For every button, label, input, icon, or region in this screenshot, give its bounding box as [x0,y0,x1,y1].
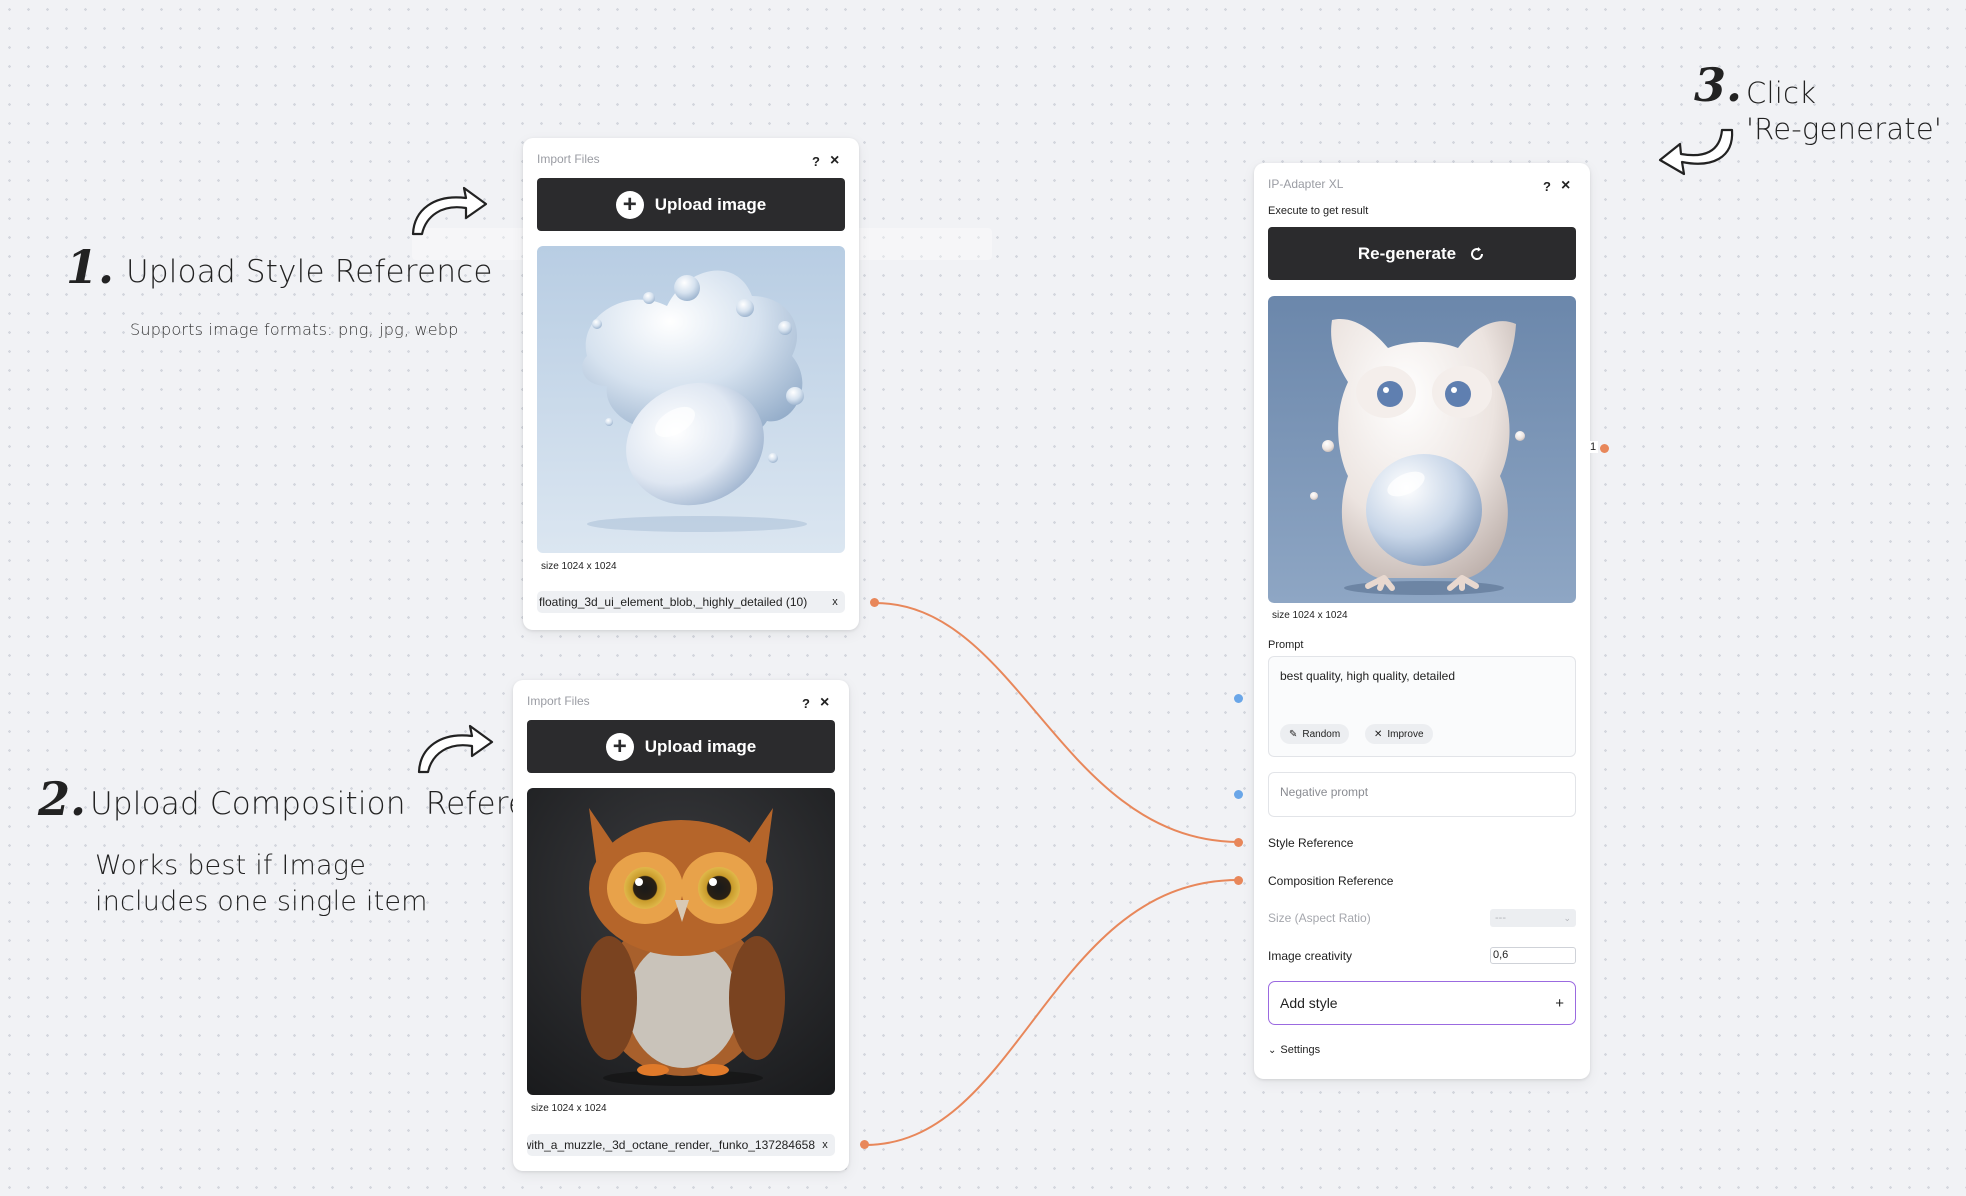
step-1-title: Upload Style Reference [126,254,493,290]
add-style-button[interactable]: Add style + [1268,981,1576,1025]
close-icon[interactable]: × [830,153,839,169]
size-aspect-value: --- [1495,912,1506,924]
add-style-label: Add style [1280,995,1338,1011]
upload-image-label: Upload image [644,736,757,756]
plus-icon: + [1555,994,1564,1012]
negative-prompt-input[interactable]: Negative prompt [1268,772,1576,817]
file-name: floating_3d_ui_element_blob,_highly_deta… [539,595,808,609]
step-3-title-line2: 'Re-generate' [1746,112,1943,146]
random-label: Random [1302,728,1341,740]
style-output-port[interactable] [870,598,879,607]
execute-hint: Execute to get result [1268,205,1369,217]
card-title: Import Files [527,694,590,708]
file-name: owl_with_a_muzzle,_3d_octane_render,_fun… [527,1138,815,1152]
improve-label: Improve [1387,728,1424,740]
image-creativity-input[interactable]: 0,6 [1490,947,1576,964]
composition-reference-image [527,788,835,1095]
settings-toggle[interactable]: ⌄ Settings [1268,1044,1320,1056]
plus-circle-icon: + [605,732,634,761]
image-size-label: size 1024 x 1024 [1272,610,1348,621]
remove-file-button[interactable]: x [825,596,845,608]
image-size-label: size 1024 x 1024 [541,561,617,572]
help-icon[interactable]: ? [1543,179,1551,194]
composition-reference-input-port[interactable] [1234,876,1243,885]
composition-output-port[interactable] [860,1140,869,1149]
plus-circle-icon: + [615,190,644,219]
style-reference-image [537,246,845,553]
upload-image-button[interactable]: + Upload image [537,178,845,231]
step-3-number: 3. [1694,58,1743,112]
size-aspect-select[interactable]: --- ⌄ [1490,909,1576,927]
upload-image-button[interactable]: + Upload image [527,720,835,773]
random-button[interactable]: ✎ Random [1280,724,1350,744]
style-reference-label: Style Reference [1268,836,1354,850]
ip-adapter-card: IP-Adapter XL ? × Execute to get result … [1254,163,1590,1079]
step-3-title-line1: Click [1746,76,1817,110]
help-icon[interactable]: ? [812,154,820,169]
upload-image-label: Upload image [654,194,767,214]
arrow-left-icon [1658,128,1734,176]
magic-wand-icon: ✕ [1374,728,1383,740]
connector-style [874,602,1239,843]
chevron-down-icon: ⌄ [1563,912,1571,923]
output-count-badge: 1 [1588,441,1599,453]
connector-composition [864,879,1239,1146]
close-icon[interactable]: × [820,695,829,711]
import-files-composition-card: Import Files ? × + Upload image size 102… [513,680,849,1171]
file-name-pill: floating_3d_ui_element_blob,_highly_deta… [537,591,845,613]
regenerate-label: Re-generate [1357,243,1457,263]
dice-icon: ✎ [1289,728,1298,740]
arrow-right-icon [411,186,488,236]
image-creativity-label: Image creativity [1268,949,1353,963]
size-aspect-label: Size (Aspect Ratio) [1268,911,1371,925]
negative-prompt-input-port[interactable] [1234,790,1243,799]
refresh-icon [1471,246,1484,260]
step-2-title: Upload Composition Reference [90,786,584,822]
card-title: Import Files [537,152,600,166]
step-1-subtitle: Supports image formats: png, jpg, webp [130,320,459,339]
step-2-number: 2. [38,772,87,826]
remove-file-button[interactable]: x [815,1139,835,1151]
prompt-text: best quality, high quality, detailed [1280,669,1456,683]
settings-label: Settings [1280,1044,1321,1056]
style-reference-input-port[interactable] [1234,838,1243,847]
result-image [1268,296,1576,603]
step-2-subtitle-line1: Works best if Image [95,850,367,881]
close-icon[interactable]: × [1561,178,1570,194]
step-1-number: 1. [66,240,115,294]
image-size-label: size 1024 x 1024 [531,1103,607,1114]
chevron-down-icon: ⌄ [1268,1044,1277,1056]
regenerate-button[interactable]: Re-generate [1268,227,1576,280]
help-icon[interactable]: ? [802,696,810,711]
composition-reference-label: Composition Reference [1268,874,1394,888]
import-files-style-card: Import Files ? × + Upload image size 102… [523,138,859,630]
step-2-subtitle-line2: includes one single item [95,886,428,917]
improve-button[interactable]: ✕ Improve [1365,724,1433,744]
prompt-input-port[interactable] [1234,694,1243,703]
file-name-pill: owl_with_a_muzzle,_3d_octane_render,_fun… [527,1134,835,1156]
prompt-label: Prompt [1268,639,1304,651]
arrow-right-icon [417,724,494,774]
result-output-port[interactable] [1600,444,1609,453]
card-title: IP-Adapter XL [1268,177,1344,191]
prompt-textarea[interactable]: best quality, high quality, detailed ✎ R… [1268,656,1576,757]
